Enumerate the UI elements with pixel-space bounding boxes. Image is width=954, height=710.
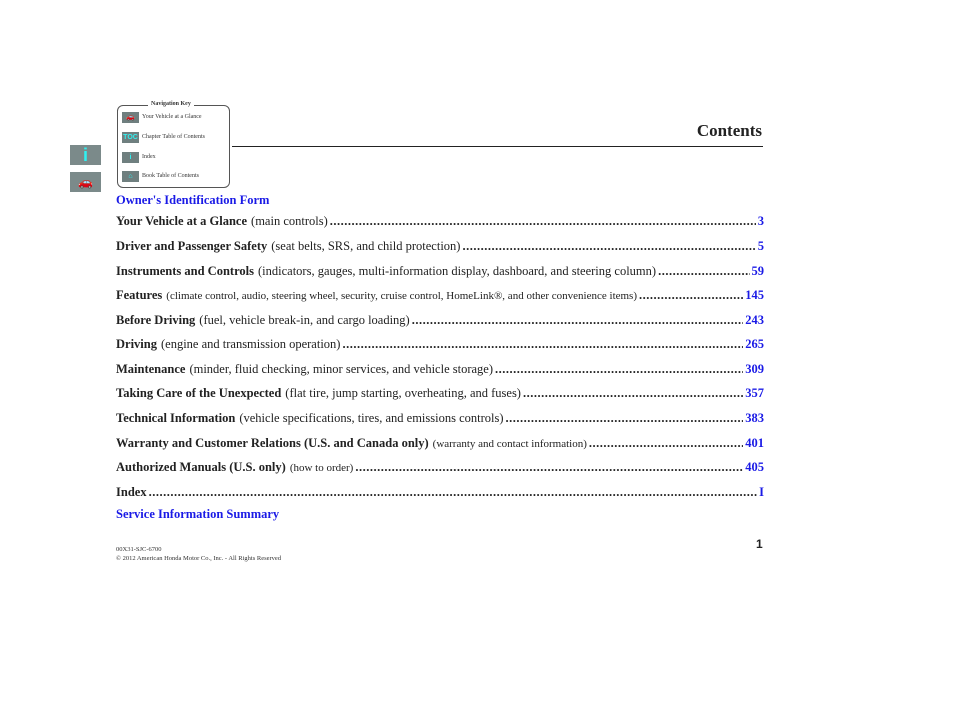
home-icon: ⌂ [122,170,139,182]
toc-entry-description: (warranty and contact information) [432,438,587,450]
info-icon: i [82,144,88,165]
toc-entry-title: Authorized Manuals (U.S. only) [116,460,286,474]
toc-entry-page-link[interactable]: 357 [745,386,764,401]
page-number: 1 [756,537,763,551]
toc-icon: TOC [122,131,139,143]
leader-dots [589,436,743,451]
toc-entry-description: (fuel, vehicle break-in, and cargo loadi… [199,313,410,327]
leader-dots [342,337,743,352]
toc-entry-title: Your Vehicle at a Glance [116,214,248,228]
toc-entry-title: Features [116,288,163,302]
toc-entry-title: Taking Care of the Unexpected [116,386,282,400]
toc-entry[interactable]: Index I [116,485,764,500]
toc-entry-page-link[interactable]: 145 [745,288,764,303]
index-side-button[interactable]: i [70,145,101,165]
vehicle-glance-side-button[interactable]: 🚗 [70,172,101,192]
leader-dots [412,313,744,328]
toc-entry-title: Driving [116,337,157,351]
toc-entry-description: (indicators, gauges, multi-information d… [258,264,657,278]
copyright: © 2012 American Honda Motor Co., Inc. - … [116,555,282,562]
toc-entry[interactable]: Driving (engine and transmission operatio… [116,337,764,352]
toc-entry-title: Instruments and Controls [116,264,254,278]
toc-entry-title: Maintenance [116,362,186,376]
leader-dots [462,239,755,254]
toc-entry-description: (engine and transmission operation) [160,337,341,351]
toc-entry-description: (climate control, audio, steering wheel,… [166,290,638,302]
leader-dots [658,264,749,279]
leader-dots [506,411,744,426]
toc-entry-page-link[interactable]: 59 [752,264,765,279]
leader-dots [523,386,743,401]
toc-entry-description: (minder, fluid checking, minor services,… [189,362,493,376]
toc-entry[interactable]: Before Driving (fuel, vehicle break-in, a… [116,313,764,328]
service-information-summary-link[interactable]: Service Information Summary [116,507,279,522]
nav-key-item-chapter-toc[interactable]: TOC Chapter Table of Contents [122,131,205,143]
toc-entry-page-link[interactable]: 383 [745,411,764,426]
leader-dots [149,485,758,500]
toc-entry-page-link[interactable]: I [759,485,764,500]
leader-dots [639,288,743,303]
car-icon: 🚗 [78,175,93,189]
publication-code: 00X31-SJC-6700 [116,546,162,553]
nav-key-item-vehicle[interactable]: 🚗 Your Vehicle at a Glance [122,111,202,123]
toc-entry-description: (seat belts, SRS, and child protection) [271,239,461,253]
leader-dots [495,362,743,377]
toc-entry-title: Index [116,485,147,499]
footer: 00X31-SJC-6700 © 2012 American Honda Mot… [116,545,281,563]
toc-entry[interactable]: Your Vehicle at a Glance(main controls) 3 [116,214,764,229]
navigation-key: Navigation Key 🚗 Your Vehicle at a Glanc… [117,101,230,188]
toc-entry-page-link[interactable]: 243 [745,313,764,328]
toc-entry-page-link[interactable]: 3 [758,214,764,229]
toc-entry-title: Technical Information [116,411,236,425]
toc-entry-description: (how to order) [289,462,354,474]
leader-dots [355,460,743,475]
toc-entry[interactable]: Taking Care of the Unexpected (flat tire,… [116,386,764,401]
title-divider [232,146,763,147]
nav-key-item-index[interactable]: i Index [122,151,156,163]
toc-entry-title: Warranty and Customer Relations (U.S. an… [116,436,429,450]
toc-entry-description: (main controls) [251,214,328,228]
nav-key-item-book-toc[interactable]: ⌂ Book Table of Contents [122,170,199,182]
toc-entry-title: Before Driving [116,313,196,327]
toc-entry[interactable]: Authorized Manuals (U.S. only) (how to or… [116,460,764,475]
toc-entry[interactable]: Instruments and Controls (indicators, gau… [116,264,764,279]
toc-entry-page-link[interactable]: 265 [745,337,764,352]
toc-entry-page-link[interactable]: 405 [745,460,764,475]
page-title: Contents [696,121,762,140]
toc-entry-page-link[interactable]: 5 [758,239,764,254]
nav-key-label: Chapter Table of Contents [142,134,205,140]
toc-entry-description: (vehicle specifications, tires, and emis… [239,411,504,425]
toc-entry-page-link[interactable]: 309 [745,362,764,377]
leader-dots [330,214,756,229]
toc-entry[interactable]: Technical Information (vehicle specificat… [116,411,764,426]
nav-key-label: Index [142,154,156,160]
info-icon: i [122,151,139,163]
toc-entry[interactable]: Maintenance (minder, fluid checking, mino… [116,362,764,377]
navigation-key-title: Navigation Key [148,101,194,107]
toc-entry-page-link[interactable]: 401 [745,436,764,451]
toc-entry-title: Driver and Passenger Safety [116,239,268,253]
nav-key-label: Book Table of Contents [142,173,199,179]
toc-entry[interactable]: Warranty and Customer Relations (U.S. an… [116,436,764,451]
owners-identification-form-link[interactable]: Owner's Identification Form [116,193,269,208]
toc-entry[interactable]: Driver and Passenger Safety (seat belts, … [116,239,764,254]
toc-entry-description: (flat tire, jump starting, overheating, … [285,386,521,400]
nav-key-label: Your Vehicle at a Glance [142,114,202,120]
toc-entry[interactable]: Features (climate control, audio, steerin… [116,288,764,303]
car-icon: 🚗 [122,111,139,123]
